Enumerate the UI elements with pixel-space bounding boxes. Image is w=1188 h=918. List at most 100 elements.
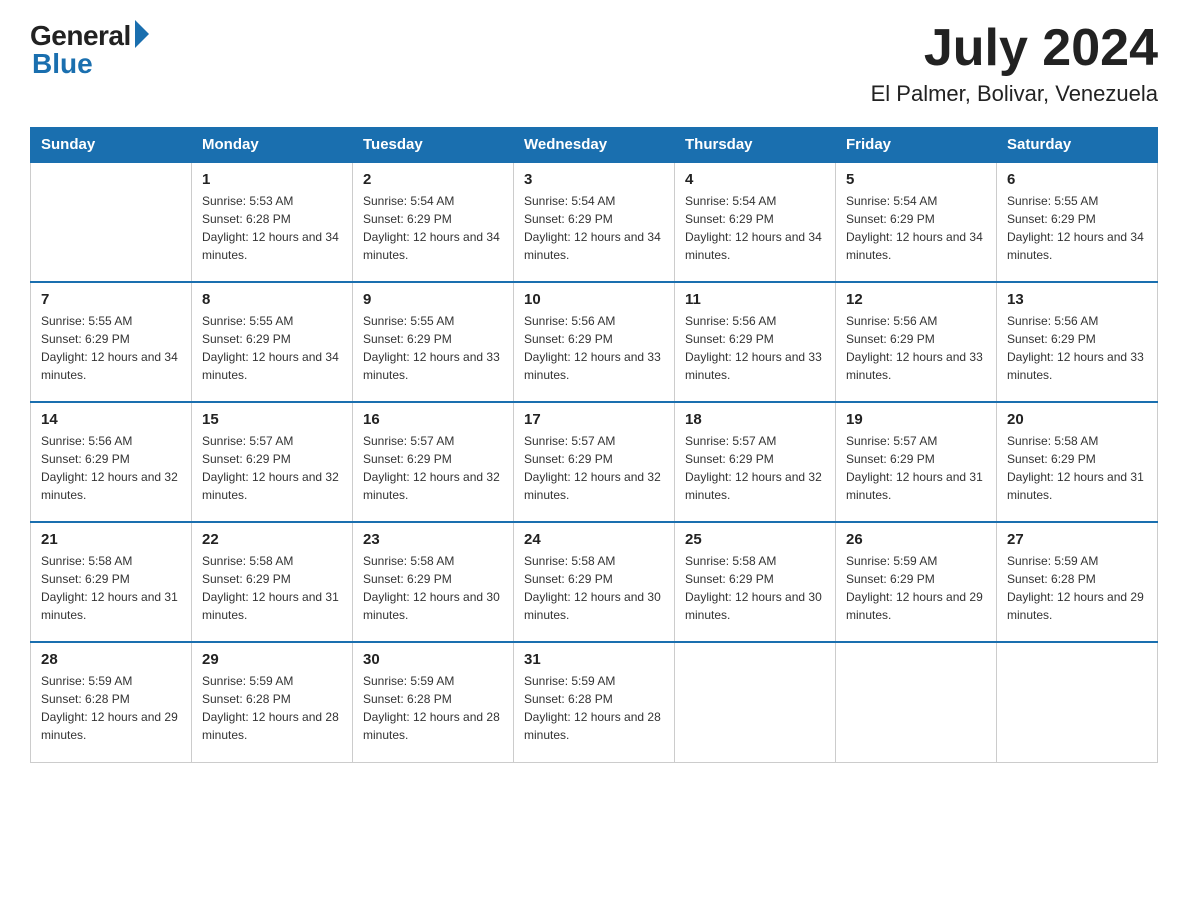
day-number: 27	[1007, 531, 1147, 548]
calendar-cell: 3 Sunrise: 5:54 AMSunset: 6:29 PMDaylight…	[514, 162, 675, 282]
calendar-cell: 9 Sunrise: 5:55 AMSunset: 6:29 PMDaylight…	[353, 282, 514, 402]
col-thursday: Thursday	[675, 128, 836, 163]
calendar-cell: 28 Sunrise: 5:59 AMSunset: 6:28 PMDayligh…	[31, 642, 192, 762]
calendar-cell: 26Sunrise: 5:59 AMSunset: 6:29 PMDayligh…	[836, 522, 997, 642]
calendar-cell: 21 Sunrise: 5:58 AMSunset: 6:29 PMDayligh…	[31, 522, 192, 642]
calendar-cell: 30Sunrise: 5:59 AMSunset: 6:28 PMDayligh…	[353, 642, 514, 762]
day-number: 19	[846, 411, 986, 428]
day-number: 7	[41, 291, 181, 308]
calendar-cell: 12 Sunrise: 5:56 AMSunset: 6:29 PMDayligh…	[836, 282, 997, 402]
header-row: Sunday Monday Tuesday Wednesday Thursday…	[31, 128, 1158, 163]
day-info: Sunrise: 5:56 AMSunset: 6:29 PMDaylight:…	[846, 312, 986, 384]
day-number: 5	[846, 171, 986, 188]
calendar-cell: 20 Sunrise: 5:58 AMSunset: 6:29 PMDayligh…	[997, 402, 1158, 522]
calendar-cell: 27 Sunrise: 5:59 AMSunset: 6:28 PMDayligh…	[997, 522, 1158, 642]
col-tuesday: Tuesday	[353, 128, 514, 163]
day-number: 9	[363, 291, 503, 308]
day-info: Sunrise: 5:58 AMSunset: 6:29 PMDaylight:…	[524, 552, 664, 624]
day-info: Sunrise: 5:58 AMSunset: 6:29 PMDaylight:…	[41, 552, 181, 624]
day-info: Sunrise: 5:58 AMSunset: 6:29 PMDaylight:…	[685, 552, 825, 624]
day-info: Sunrise: 5:57 AMSunset: 6:29 PMDaylight:…	[363, 432, 503, 504]
calendar-cell: 6Sunrise: 5:55 AMSunset: 6:29 PMDaylight…	[997, 162, 1158, 282]
day-number: 1	[202, 171, 342, 188]
day-info: Sunrise: 5:59 AMSunset: 6:28 PMDaylight:…	[1007, 552, 1147, 624]
calendar-cell: 1Sunrise: 5:53 AMSunset: 6:28 PMDaylight…	[192, 162, 353, 282]
calendar-cell: 4 Sunrise: 5:54 AMSunset: 6:29 PMDaylight…	[675, 162, 836, 282]
day-number: 2	[363, 171, 503, 188]
day-number: 28	[41, 651, 181, 668]
day-number: 23	[363, 531, 503, 548]
calendar-cell: 19 Sunrise: 5:57 AMSunset: 6:29 PMDayligh…	[836, 402, 997, 522]
day-number: 29	[202, 651, 342, 668]
col-sunday: Sunday	[31, 128, 192, 163]
calendar-cell: 2Sunrise: 5:54 AMSunset: 6:29 PMDaylight…	[353, 162, 514, 282]
day-info: Sunrise: 5:56 AMSunset: 6:29 PMDaylight:…	[685, 312, 825, 384]
day-number: 8	[202, 291, 342, 308]
calendar-cell: 7 Sunrise: 5:55 AMSunset: 6:29 PMDaylight…	[31, 282, 192, 402]
calendar-cell: 8 Sunrise: 5:55 AMSunset: 6:29 PMDaylight…	[192, 282, 353, 402]
calendar-cell: 5Sunrise: 5:54 AMSunset: 6:29 PMDaylight…	[836, 162, 997, 282]
page-header: General Blue July 2024 El Palmer, Boliva…	[30, 20, 1158, 107]
day-info: Sunrise: 5:59 AMSunset: 6:28 PMDaylight:…	[41, 672, 181, 744]
day-info: Sunrise: 5:55 AMSunset: 6:29 PMDaylight:…	[363, 312, 503, 384]
day-number: 14	[41, 411, 181, 428]
calendar-cell	[31, 162, 192, 282]
day-number: 16	[363, 411, 503, 428]
week-row-4: 21 Sunrise: 5:58 AMSunset: 6:29 PMDayligh…	[31, 522, 1158, 642]
day-number: 22	[202, 531, 342, 548]
day-info: Sunrise: 5:59 AMSunset: 6:28 PMDaylight:…	[524, 672, 664, 744]
day-info: Sunrise: 5:59 AMSunset: 6:28 PMDaylight:…	[202, 672, 342, 744]
calendar-cell	[836, 642, 997, 762]
logo: General Blue	[30, 20, 149, 80]
col-friday: Friday	[836, 128, 997, 163]
day-info: Sunrise: 5:58 AMSunset: 6:29 PMDaylight:…	[1007, 432, 1147, 504]
logo-triangle-icon	[135, 20, 149, 48]
week-row-2: 7 Sunrise: 5:55 AMSunset: 6:29 PMDaylight…	[31, 282, 1158, 402]
calendar-cell: 25 Sunrise: 5:58 AMSunset: 6:29 PMDayligh…	[675, 522, 836, 642]
day-info: Sunrise: 5:54 AMSunset: 6:29 PMDaylight:…	[524, 192, 664, 264]
day-number: 25	[685, 531, 825, 548]
day-number: 26	[846, 531, 986, 548]
day-number: 31	[524, 651, 664, 668]
calendar-cell: 11Sunrise: 5:56 AMSunset: 6:29 PMDayligh…	[675, 282, 836, 402]
calendar-cell	[675, 642, 836, 762]
day-number: 15	[202, 411, 342, 428]
day-info: Sunrise: 5:58 AMSunset: 6:29 PMDaylight:…	[363, 552, 503, 624]
calendar-cell: 13Sunrise: 5:56 AMSunset: 6:29 PMDayligh…	[997, 282, 1158, 402]
day-number: 21	[41, 531, 181, 548]
calendar-table: Sunday Monday Tuesday Wednesday Thursday…	[30, 127, 1158, 763]
day-number: 12	[846, 291, 986, 308]
logo-blue-text: Blue	[32, 48, 93, 80]
day-info: Sunrise: 5:55 AMSunset: 6:29 PMDaylight:…	[1007, 192, 1147, 264]
week-row-5: 28 Sunrise: 5:59 AMSunset: 6:28 PMDayligh…	[31, 642, 1158, 762]
day-info: Sunrise: 5:57 AMSunset: 6:29 PMDaylight:…	[202, 432, 342, 504]
day-info: Sunrise: 5:58 AMSunset: 6:29 PMDaylight:…	[202, 552, 342, 624]
week-row-3: 14 Sunrise: 5:56 AMSunset: 6:29 PMDayligh…	[31, 402, 1158, 522]
day-info: Sunrise: 5:55 AMSunset: 6:29 PMDaylight:…	[41, 312, 181, 384]
day-info: Sunrise: 5:55 AMSunset: 6:29 PMDaylight:…	[202, 312, 342, 384]
day-info: Sunrise: 5:56 AMSunset: 6:29 PMDaylight:…	[41, 432, 181, 504]
calendar-cell: 18Sunrise: 5:57 AMSunset: 6:29 PMDayligh…	[675, 402, 836, 522]
day-number: 20	[1007, 411, 1147, 428]
calendar-cell: 29 Sunrise: 5:59 AMSunset: 6:28 PMDayligh…	[192, 642, 353, 762]
day-number: 30	[363, 651, 503, 668]
col-wednesday: Wednesday	[514, 128, 675, 163]
day-info: Sunrise: 5:57 AMSunset: 6:29 PMDaylight:…	[524, 432, 664, 504]
day-number: 3	[524, 171, 664, 188]
day-number: 10	[524, 291, 664, 308]
calendar-cell: 24 Sunrise: 5:58 AMSunset: 6:29 PMDayligh…	[514, 522, 675, 642]
day-info: Sunrise: 5:57 AMSunset: 6:29 PMDaylight:…	[846, 432, 986, 504]
day-number: 4	[685, 171, 825, 188]
title-area: July 2024 El Palmer, Bolivar, Venezuela	[871, 20, 1158, 107]
location-title: El Palmer, Bolivar, Venezuela	[871, 81, 1158, 107]
day-number: 24	[524, 531, 664, 548]
day-info: Sunrise: 5:54 AMSunset: 6:29 PMDaylight:…	[685, 192, 825, 264]
day-info: Sunrise: 5:56 AMSunset: 6:29 PMDaylight:…	[1007, 312, 1147, 384]
calendar-cell: 17Sunrise: 5:57 AMSunset: 6:29 PMDayligh…	[514, 402, 675, 522]
calendar-cell: 31 Sunrise: 5:59 AMSunset: 6:28 PMDayligh…	[514, 642, 675, 762]
day-info: Sunrise: 5:56 AMSunset: 6:29 PMDaylight:…	[524, 312, 664, 384]
calendar-cell: 23 Sunrise: 5:58 AMSunset: 6:29 PMDayligh…	[353, 522, 514, 642]
calendar-cell: 15 Sunrise: 5:57 AMSunset: 6:29 PMDayligh…	[192, 402, 353, 522]
week-row-1: 1Sunrise: 5:53 AMSunset: 6:28 PMDaylight…	[31, 162, 1158, 282]
col-saturday: Saturday	[997, 128, 1158, 163]
